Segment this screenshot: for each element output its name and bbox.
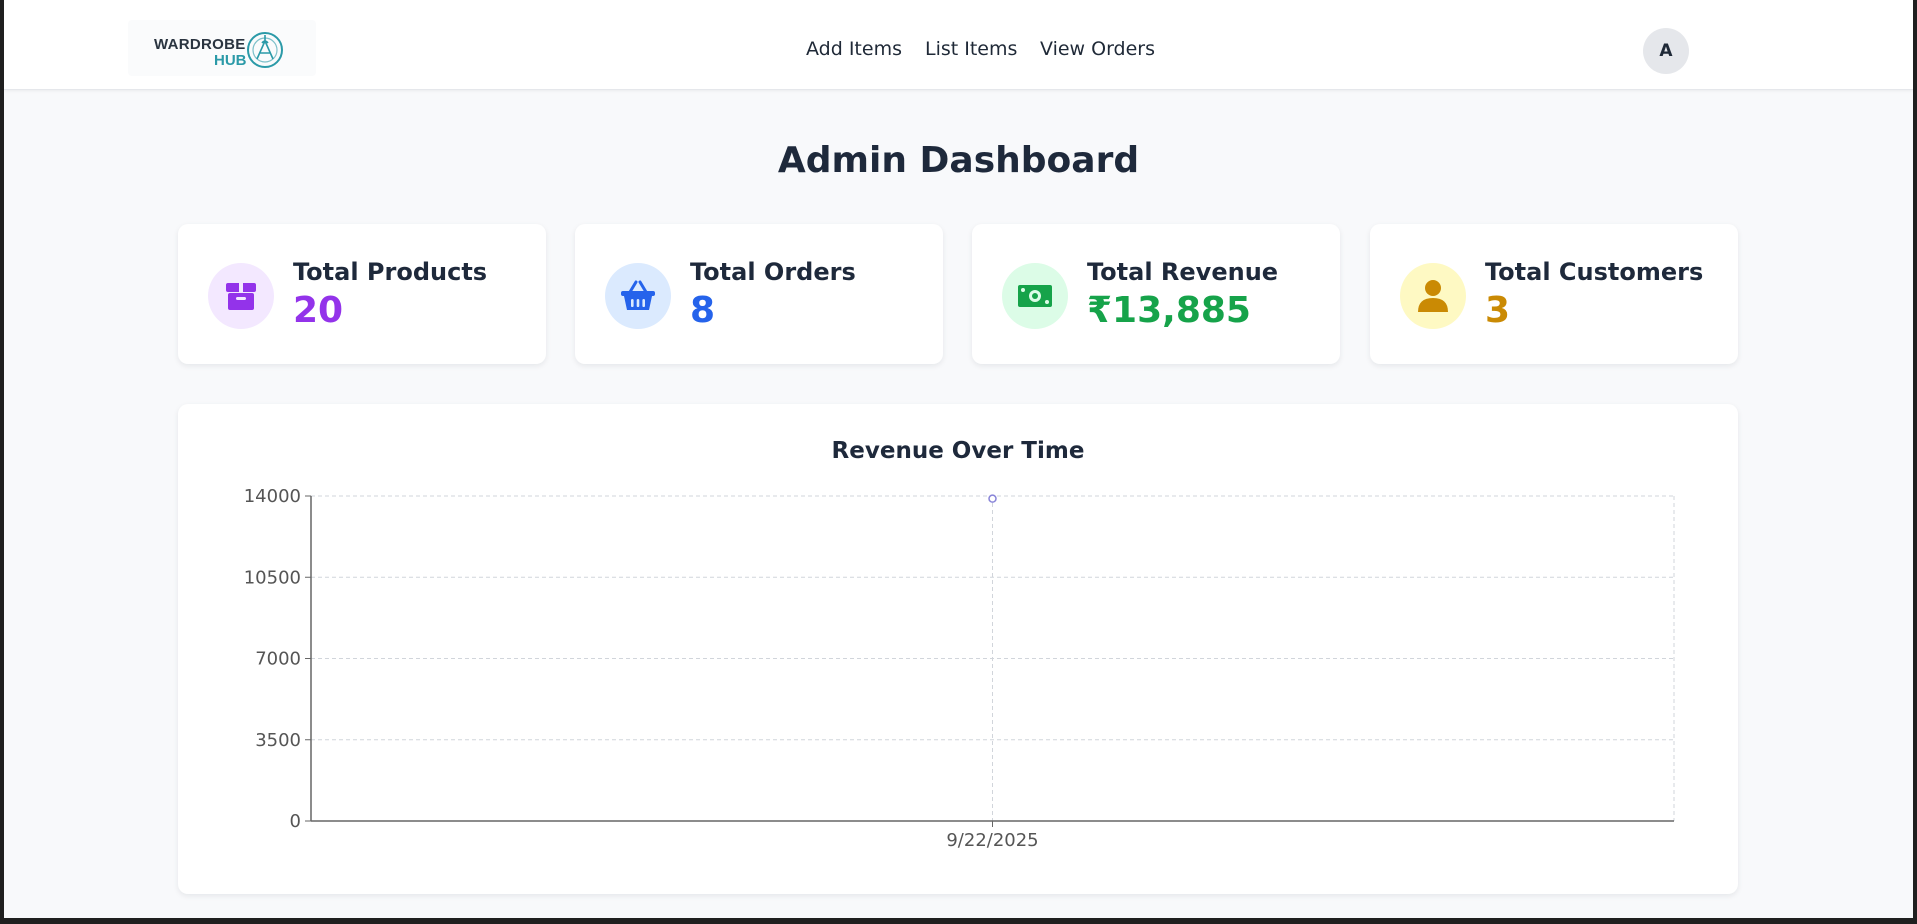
stat-value: ₹13,885: [1087, 290, 1251, 331]
main-nav: Add Items List Items View Orders: [4, 0, 1913, 90]
stat-value: 20: [293, 290, 344, 331]
box-icon: [226, 283, 256, 310]
user-icon: [1418, 280, 1448, 312]
stat-icon-wrapper: [208, 263, 274, 329]
top-navbar: WARDROBE HUB Add Items List Items View O…: [4, 0, 1913, 90]
basket-icon: [621, 280, 655, 310]
stat-card-total-orders: Total Orders 8: [575, 224, 943, 364]
user-avatar[interactable]: A: [1643, 28, 1689, 74]
nav-list-items[interactable]: List Items: [925, 38, 1017, 60]
stat-card-total-customers: Total Customers 3: [1370, 224, 1738, 364]
y-tick-label: 3500: [255, 730, 301, 751]
y-tick-label: 0: [290, 811, 301, 832]
money-icon: [1018, 285, 1052, 307]
stat-card-total-revenue: Total Revenue ₹13,885: [972, 224, 1340, 364]
x-tick-label: 9/22/2025: [946, 830, 1038, 851]
stat-value: 3: [1485, 290, 1511, 331]
stat-card-total-products: Total Products 20: [178, 224, 546, 364]
stat-label: Total Revenue: [1087, 258, 1279, 286]
y-tick-label: 10500: [244, 567, 301, 588]
stat-label: Total Orders: [690, 258, 856, 286]
revenue-chart-card: Revenue Over Time 0 3500 7000 10500 14000 9/2…: [178, 404, 1738, 894]
stat-icon-wrapper: [1002, 263, 1068, 329]
nav-view-orders[interactable]: View Orders: [1040, 38, 1155, 60]
data-point: [988, 494, 997, 503]
nav-add-items[interactable]: Add Items: [806, 38, 902, 60]
stat-icon-wrapper: [605, 263, 671, 329]
stat-icon-wrapper: [1400, 263, 1466, 329]
y-tick-label: 7000: [255, 649, 301, 670]
y-tick-label: 14000: [244, 486, 301, 507]
stat-value: 8: [690, 290, 716, 331]
revenue-line-chart: 0 3500 7000 10500 14000 9/22/2025: [244, 486, 1675, 851]
stat-label: Total Products: [293, 258, 488, 286]
page-title: Admin Dashboard: [777, 140, 1140, 181]
stat-label: Total Customers: [1485, 258, 1704, 286]
app-viewport: WARDROBE HUB Add Items List Items View O…: [4, 0, 1913, 918]
